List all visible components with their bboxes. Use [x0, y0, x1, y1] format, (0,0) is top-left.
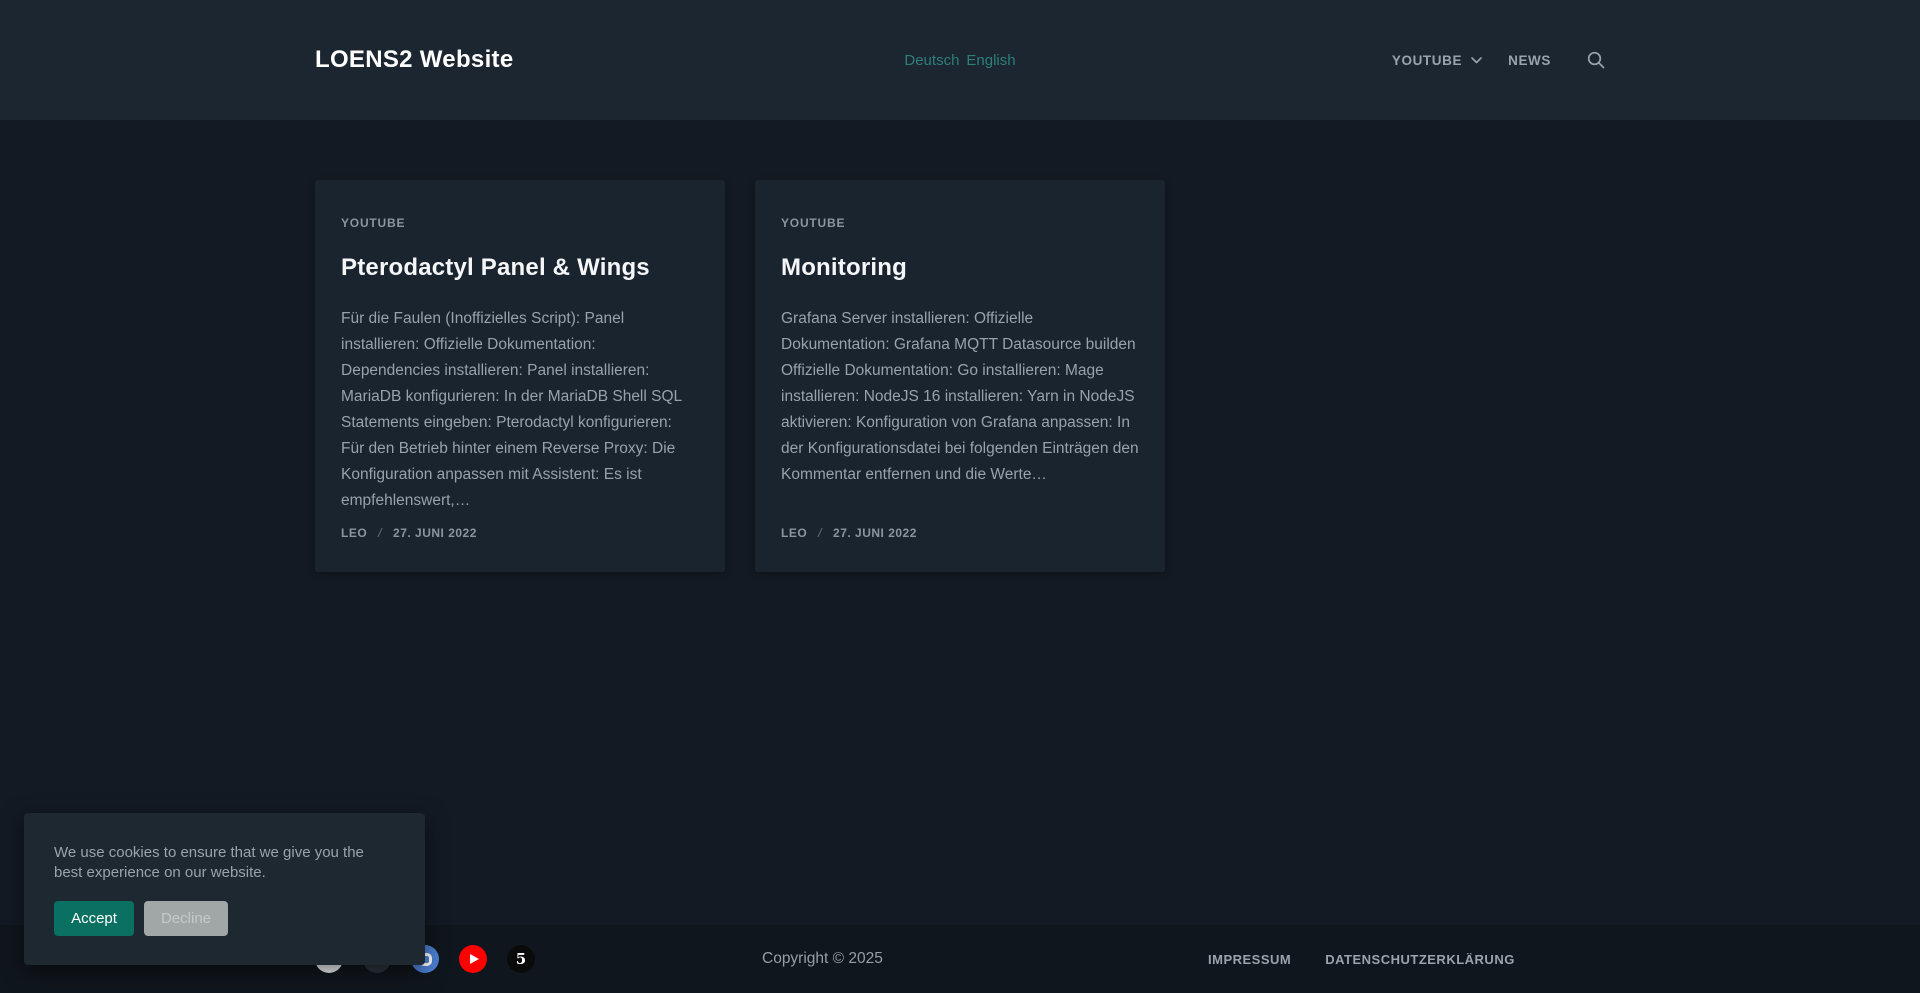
- nav-item-news-label: NEWS: [1508, 53, 1551, 68]
- post-category[interactable]: YOUTUBE: [341, 216, 699, 230]
- search-button[interactable]: [1587, 51, 1605, 69]
- post-date: 27. JUNI 2022: [833, 526, 917, 540]
- post-meta: LEO / 27. JUNI 2022: [341, 526, 699, 540]
- site-title[interactable]: LOENS2 Website: [315, 46, 513, 74]
- accept-button[interactable]: Accept: [54, 901, 134, 936]
- chevron-down-icon: [1471, 57, 1482, 64]
- post-title[interactable]: Monitoring: [781, 254, 1139, 282]
- language-link-english[interactable]: English: [966, 52, 1015, 69]
- post-card-monitoring: YOUTUBE Monitoring Grafana Server instal…: [755, 180, 1165, 572]
- black-circle-glyph: 5: [516, 950, 526, 968]
- cookie-message: We use cookies to ensure that we give yo…: [54, 843, 384, 884]
- post-grid: YOUTUBE Pterodactyl Panel & Wings Für di…: [315, 180, 1605, 572]
- footer-link-impressum[interactable]: IMPRESSUM: [1208, 952, 1291, 967]
- post-card-pterodactyl: YOUTUBE Pterodactyl Panel & Wings Für di…: [315, 180, 725, 572]
- nav-item-news[interactable]: NEWS: [1508, 53, 1551, 68]
- cookie-buttons: Accept Decline: [54, 901, 395, 936]
- post-excerpt: Grafana Server installieren: Offizielle …: [781, 306, 1139, 488]
- post-excerpt: Für die Faulen (Inoffizielles Script): P…: [341, 306, 699, 514]
- post-author[interactable]: LEO: [341, 526, 367, 540]
- nav-item-youtube[interactable]: YOUTUBE: [1392, 53, 1482, 68]
- language-switcher: Deutsch English: [904, 52, 1015, 69]
- language-link-deutsch[interactable]: Deutsch: [904, 52, 959, 69]
- post-meta: LEO / 27. JUNI 2022: [781, 526, 1139, 540]
- post-date: 27. JUNI 2022: [393, 526, 477, 540]
- search-icon: [1587, 51, 1605, 69]
- post-category[interactable]: YOUTUBE: [781, 216, 1139, 230]
- meta-separator: /: [378, 526, 382, 540]
- post-title[interactable]: Pterodactyl Panel & Wings: [341, 254, 699, 282]
- meta-separator: /: [818, 526, 822, 540]
- main-nav: YOUTUBE NEWS: [1392, 51, 1605, 69]
- youtube-icon[interactable]: [459, 945, 487, 973]
- social-icon-black-circle[interactable]: 5: [507, 945, 535, 973]
- footer-menu: IMPRESSUM DATENSCHUTZERKLÄRUNG: [1175, 952, 1605, 967]
- footer-link-datenschutz[interactable]: DATENSCHUTZERKLÄRUNG: [1325, 952, 1515, 967]
- play-icon: [470, 954, 479, 964]
- post-author[interactable]: LEO: [781, 526, 807, 540]
- main-content: YOUTUBE Pterodactyl Panel & Wings Für di…: [0, 120, 1920, 572]
- cookie-banner: We use cookies to ensure that we give yo…: [24, 813, 425, 965]
- site-header: LOENS2 Website Deutsch English YOUTUBE N…: [0, 0, 1920, 120]
- footer-copyright: Copyright © 2025: [745, 950, 1175, 968]
- decline-button[interactable]: Decline: [144, 901, 228, 936]
- nav-item-youtube-label: YOUTUBE: [1392, 53, 1462, 68]
